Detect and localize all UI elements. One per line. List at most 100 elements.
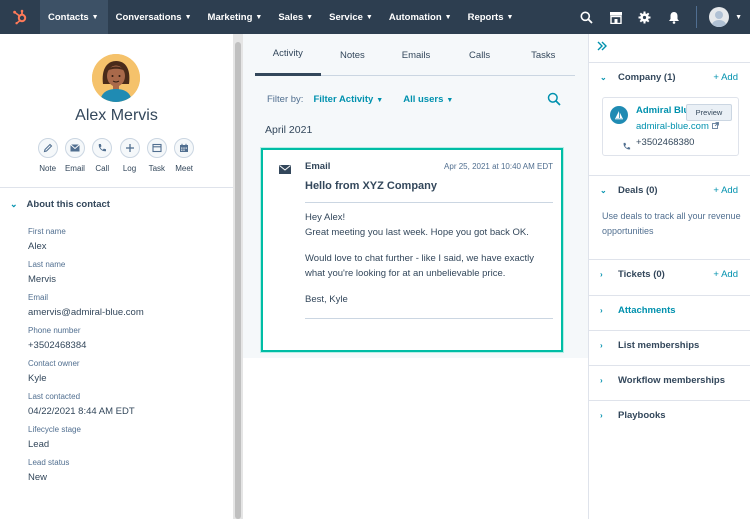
email-signoff: Best, Kyle bbox=[305, 294, 348, 305]
field-label: Contact owner bbox=[28, 359, 80, 368]
field-value[interactable]: Lead bbox=[28, 439, 233, 451]
chevron-down-icon: ▼ bbox=[184, 13, 192, 21]
add-deal-button[interactable]: + Add bbox=[713, 185, 738, 196]
nav-conversations-label: Conversations bbox=[115, 11, 182, 23]
all-users-dropdown[interactable]: All users ▼ bbox=[403, 94, 453, 105]
settings-icon[interactable] bbox=[630, 0, 659, 34]
filter-activity-dropdown[interactable]: Filter Activity ▼ bbox=[313, 94, 383, 105]
about-contact-section: ⌄ About this contact First name Alex Las… bbox=[0, 187, 233, 484]
field-last-name[interactable]: Last name Mervis bbox=[0, 260, 233, 286]
field-value[interactable]: 04/22/2021 8:44 AM EDT bbox=[28, 406, 233, 418]
filter-bar: Filter by: Filter Activity ▼ All users ▼ bbox=[267, 92, 567, 106]
field-value[interactable]: New bbox=[28, 472, 233, 484]
chevron-down-icon: ⌄ bbox=[10, 198, 18, 209]
company-logo bbox=[610, 106, 628, 124]
company-section-title: Company (1) bbox=[618, 71, 676, 83]
chevron-down-icon[interactable]: ▼ bbox=[735, 14, 742, 21]
user-avatar[interactable] bbox=[709, 7, 730, 27]
nav-sales-label: Sales bbox=[278, 11, 304, 23]
task-action[interactable]: Task bbox=[143, 138, 170, 173]
tab-tasks[interactable]: Tasks bbox=[511, 34, 575, 76]
field-value[interactable]: Alex bbox=[28, 241, 233, 253]
nav-conversations[interactable]: Conversations ▼ bbox=[108, 0, 200, 34]
notifications-icon[interactable] bbox=[659, 0, 688, 34]
company-section: ⌄ Company (1) + Add bbox=[589, 62, 750, 91]
add-company-button[interactable]: + Add bbox=[713, 72, 738, 83]
task-icon[interactable] bbox=[146, 138, 167, 158]
list-memberships-title: List memberships bbox=[618, 339, 700, 351]
meet-action[interactable]: Meet bbox=[170, 138, 197, 173]
field-label: Lead status bbox=[28, 458, 70, 467]
field-value[interactable]: Kyle bbox=[28, 373, 233, 385]
note-icon[interactable] bbox=[37, 138, 58, 158]
associations-sidebar: ⌄ Company (1) + Add Admiral Blue admiral… bbox=[588, 34, 750, 519]
list-memberships-toggle[interactable]: › List memberships bbox=[589, 331, 750, 359]
company-domain: admiral-blue.com bbox=[636, 121, 709, 132]
all-users-label: All users bbox=[403, 93, 444, 105]
field-last-contacted[interactable]: Last contacted 04/22/2021 8:44 AM EDT bbox=[0, 392, 233, 418]
playbooks-toggle[interactable]: › Playbooks bbox=[589, 401, 750, 429]
field-email[interactable]: Email amervis@admiral-blue.com bbox=[0, 293, 233, 319]
field-label: Lifecycle stage bbox=[28, 425, 81, 434]
field-label: Phone number bbox=[28, 326, 81, 335]
email-icon[interactable] bbox=[64, 138, 85, 158]
field-contact-owner[interactable]: Contact owner Kyle bbox=[0, 359, 233, 385]
timeline-month-header: April 2021 bbox=[265, 124, 313, 136]
field-first-name[interactable]: First name Alex bbox=[0, 227, 233, 253]
email-activity-card[interactable]: Email Apr 25, 2021 at 10:40 AM EDT Hello… bbox=[261, 148, 563, 352]
workflow-memberships-toggle[interactable]: › Workflow memberships bbox=[589, 366, 750, 394]
email-subject[interactable]: Hello from XYZ Company bbox=[305, 180, 437, 192]
filter-by-label: Filter by: bbox=[267, 93, 304, 105]
field-phone-number[interactable]: Phone number +3502468384 bbox=[0, 326, 233, 352]
company-phone[interactable]: +3502468380 bbox=[636, 137, 694, 148]
deals-section-toggle[interactable]: ⌄ Deals (0) + Add bbox=[589, 176, 750, 204]
tickets-section-toggle[interactable]: › Tickets (0) + Add bbox=[589, 260, 750, 288]
contact-avatar bbox=[92, 54, 140, 102]
collapse-sidebar-icon[interactable] bbox=[597, 41, 608, 54]
nav-service[interactable]: Service ▼ bbox=[321, 0, 381, 34]
company-domain-link[interactable]: admiral-blue.com bbox=[636, 121, 719, 132]
email-line: Great meeting you last week. Hope you go… bbox=[305, 227, 529, 238]
hubspot-logo-icon[interactable] bbox=[0, 0, 40, 34]
field-value[interactable]: amervis@admiral-blue.com bbox=[28, 307, 233, 319]
nav-sales[interactable]: Sales ▼ bbox=[270, 0, 321, 34]
nav-reports[interactable]: Reports ▼ bbox=[460, 0, 522, 34]
left-panel-scrollbar[interactable] bbox=[233, 34, 243, 519]
external-link-icon bbox=[711, 121, 719, 132]
field-label: Last contacted bbox=[28, 392, 81, 401]
note-action[interactable]: Note bbox=[34, 138, 61, 173]
nav-automation[interactable]: Automation ▼ bbox=[381, 0, 460, 34]
deals-section: ⌄ Deals (0) + Add bbox=[589, 175, 750, 204]
marketplace-icon[interactable] bbox=[601, 0, 630, 34]
plus-icon[interactable] bbox=[119, 138, 140, 158]
email-body: Hey Alex! Great meeting you last week. H… bbox=[305, 210, 555, 307]
tab-activity[interactable]: Activity bbox=[255, 34, 321, 76]
phone-icon[interactable] bbox=[92, 138, 113, 158]
add-ticket-button[interactable]: + Add bbox=[713, 269, 738, 280]
company-section-toggle[interactable]: ⌄ Company (1) + Add bbox=[589, 63, 750, 91]
calendar-icon[interactable] bbox=[174, 138, 195, 158]
search-icon[interactable] bbox=[547, 92, 561, 111]
preview-button[interactable]: Preview bbox=[686, 104, 732, 121]
nav-divider bbox=[696, 6, 698, 28]
call-action[interactable]: Call bbox=[89, 138, 116, 173]
deals-section-title: Deals (0) bbox=[618, 184, 658, 196]
email-action[interactable]: Email bbox=[61, 138, 88, 173]
chevron-down-icon: ⌄ bbox=[600, 185, 607, 195]
search-icon[interactable] bbox=[572, 0, 601, 34]
field-lifecycle-stage[interactable]: Lifecycle stage Lead bbox=[0, 425, 233, 451]
scrollbar-thumb[interactable] bbox=[235, 42, 241, 519]
about-contact-toggle[interactable]: ⌄ About this contact bbox=[0, 188, 233, 220]
nav-contacts[interactable]: Contacts ▼ bbox=[40, 0, 108, 34]
field-value[interactable]: Mervis bbox=[28, 274, 233, 286]
log-action[interactable]: Log bbox=[116, 138, 143, 173]
activity-timestamp: Apr 25, 2021 at 10:40 AM EDT bbox=[444, 162, 553, 171]
tab-emails[interactable]: Emails bbox=[384, 34, 448, 76]
field-lead-status[interactable]: Lead status New bbox=[0, 458, 233, 484]
tab-calls[interactable]: Calls bbox=[448, 34, 512, 76]
attachments-section-toggle[interactable]: › Attachments bbox=[589, 296, 750, 324]
field-value[interactable]: +3502468384 bbox=[28, 340, 233, 352]
chevron-down-icon: ▼ bbox=[306, 13, 314, 21]
tab-notes[interactable]: Notes bbox=[321, 34, 385, 76]
nav-marketing[interactable]: Marketing ▼ bbox=[200, 0, 271, 34]
